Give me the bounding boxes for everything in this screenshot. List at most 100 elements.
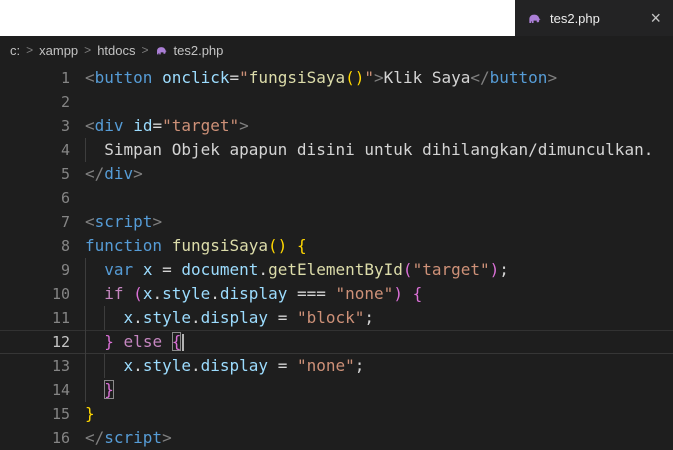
code-token: = [152,260,182,279]
breadcrumb-item-xampp[interactable]: xampp [39,43,78,58]
code-token: </ [470,68,490,87]
code-token: style [162,284,211,303]
code-line[interactable]: 3 <div id="target"> [0,114,673,138]
code-line[interactable]: 2 [0,90,673,114]
code-token: > [133,164,143,183]
code-token: display [200,356,269,375]
code-area[interactable]: 1 <button onclick="fungsiSaya()">Klik Say… [0,66,673,450]
code-line[interactable]: 1 <button onclick="fungsiSaya()">Klik Say… [0,66,673,90]
code-token: display [219,284,288,303]
code-token: </ [85,428,105,447]
code-token: div [104,164,134,183]
code-token: > [547,68,558,87]
line-number[interactable]: 15 [0,402,70,426]
code-token: . [133,308,143,327]
line-number[interactable]: 3 [0,114,70,138]
line-number[interactable]: 2 [0,90,70,114]
code-token: fungsiSaya [248,68,346,87]
code-token: ; [354,356,365,375]
line-number[interactable]: 13 [0,354,70,378]
code-token: } [85,404,95,423]
line-number[interactable]: 6 [0,186,70,210]
code-token: id [133,116,153,135]
code-token: . [210,284,220,303]
code-token: "target" [412,260,490,279]
code-token: > [374,68,384,87]
code-token: = [229,68,240,87]
code-token: () [268,236,288,255]
code-line[interactable]: 8 function fungsiSaya() { [0,234,673,258]
line-number[interactable]: 1 [0,66,70,90]
close-icon[interactable]: × [650,9,661,27]
code-line[interactable]: 15} [0,402,673,426]
chevron-right-icon: > [26,43,34,57]
code-token: " [364,68,375,87]
code-token: ; [364,308,375,327]
breadcrumb-item-htdocs[interactable]: htdocs [97,43,135,58]
tab-tes2-php[interactable]: tes2.php × [515,0,673,36]
code-line[interactable]: 16 </script> [0,426,673,450]
line-number[interactable]: 4 [0,138,70,162]
code-line[interactable]: 5 </div> [0,162,673,186]
code-token: . [133,356,143,375]
code-line[interactable]: 11 x.style.display = "block"; [0,306,673,330]
line-number[interactable]: 9 [0,258,70,282]
breadcrumb: c: > xampp > htdocs > tes2.php [0,36,673,64]
line-number[interactable]: 12 [0,330,70,354]
line-number[interactable]: 7 [0,210,70,234]
line-number[interactable]: 11 [0,306,70,330]
code-line[interactable]: 13 x.style.display = "none"; [0,354,673,378]
code-token: "none" [296,356,355,375]
line-number[interactable]: 16 [0,426,70,450]
code-line[interactable]: 9 var x = document.getElementById("targe… [0,258,673,282]
code-line[interactable]: 10 if (x.style.display === "none") { [0,282,673,306]
code-token: { [412,284,423,303]
code-token: } [104,332,114,351]
code-token: var [104,260,134,279]
line-number[interactable]: 5 [0,162,70,186]
php-elephant-icon [156,46,167,54]
code-token: script [104,428,163,447]
code-token: . [190,308,201,327]
code-token: else [123,332,163,351]
code-token: function [85,236,163,255]
code-line[interactable]: 14 } [0,378,673,402]
code-token: style [142,356,191,375]
code-token: fungsiSaya [171,236,269,255]
code-token: < [85,68,95,87]
code-token: ( [133,284,143,303]
code-line[interactable]: 4 Simpan Objek apapun disini untuk dihil… [0,138,673,162]
code-line[interactable]: 7 <script> [0,210,673,234]
code-token: onclick [162,68,230,87]
code-token: script [94,212,153,231]
line-number[interactable]: 10 [0,282,70,306]
line-number[interactable]: 8 [0,234,70,258]
external-white-region [0,0,515,36]
code-token: ; [499,260,509,279]
code-token: = [268,308,297,327]
code-token: < [85,116,95,135]
code-token: > [152,212,163,231]
breadcrumb-item-drive[interactable]: c: [10,43,20,58]
code-token: } [104,380,114,399]
chevron-right-icon: > [141,43,149,57]
code-token: . [190,356,201,375]
tab-label: tes2.php [550,10,600,26]
code-token: ) [489,260,500,279]
code-line[interactable]: 12 } else { [0,330,673,354]
code-token: { [296,236,307,255]
line-number[interactable]: 14 [0,378,70,402]
code-token: x [123,356,134,375]
code-line[interactable]: 6 [0,186,673,210]
breadcrumb-item-file[interactable]: tes2.php [174,43,224,58]
code-token: </ [85,164,105,183]
code-token: x [123,308,134,327]
code-token: === [287,284,336,303]
